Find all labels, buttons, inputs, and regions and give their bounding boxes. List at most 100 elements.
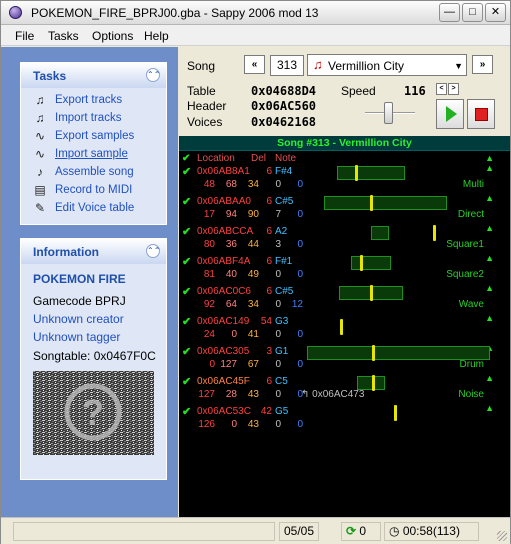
window-title: POKEMON_FIRE_BPRJ00.gba - Sappy 2006 mod… bbox=[31, 6, 319, 20]
edit-voice-table-icon: ✎ bbox=[34, 201, 46, 215]
column-del: Del bbox=[251, 153, 267, 164]
clock-icon: ◷ bbox=[389, 524, 400, 538]
track-row-1[interactable]: ✔ 0x06AB8A1 6 F#4 48 68 34 0 0 Multi ▲ bbox=[179, 163, 510, 195]
track-row-7[interactable]: ✔ 0x06AC305 3 G1 0 127 67 0 0 Drum ▲ bbox=[179, 343, 510, 375]
assemble-song-icon: ♪ bbox=[37, 165, 43, 179]
track-expand-icon[interactable]: ▲ bbox=[485, 223, 494, 233]
track-enable-check-icon[interactable]: ✔ bbox=[182, 165, 191, 178]
maximize-button[interactable]: □ bbox=[462, 3, 483, 22]
track-row-9[interactable]: ✔ 0x06AC53C 42 G5 126 0 43 0 0 ▲ bbox=[179, 403, 510, 435]
information-header[interactable]: Information ⌃⌃ bbox=[21, 239, 166, 264]
track-enable-check-icon[interactable]: ✔ bbox=[182, 405, 191, 418]
creator-link[interactable]: Unknown creator bbox=[33, 312, 124, 326]
title-bar: POKEMON_FIRE_BPRJ00.gba - Sappy 2006 mod… bbox=[1, 1, 510, 25]
stop-icon bbox=[475, 108, 488, 121]
import-sample-icon: ∿ bbox=[34, 147, 46, 161]
track-enable-check-icon[interactable]: ✔ bbox=[182, 315, 191, 328]
column-location: Location bbox=[197, 153, 235, 164]
column-note: Note bbox=[275, 153, 297, 164]
track-row-3[interactable]: ✔ 0x06ABCCA 6 A2 80 36 44 3 0 Square1 ▲ bbox=[179, 223, 510, 255]
play-button[interactable] bbox=[436, 99, 464, 129]
track-enable-check-icon[interactable]: ✔ bbox=[182, 225, 191, 238]
gamecode: Gamecode BPRJ bbox=[33, 294, 126, 308]
menu-bar: File Tasks Options Help bbox=[1, 25, 510, 46]
track-enable-check-icon[interactable]: ✔ bbox=[182, 375, 191, 388]
track-expand-icon[interactable]: ▲ bbox=[485, 283, 494, 293]
menu-help[interactable]: Help bbox=[144, 29, 169, 43]
track-expand-icon[interactable]: ▲ bbox=[485, 373, 494, 383]
track-row-4[interactable]: ✔ 0x06ABF4A 6 F#1 81 40 49 0 0 Square2 ▲ bbox=[179, 253, 510, 285]
resize-grip-icon[interactable] bbox=[497, 531, 507, 541]
track-expand-icon[interactable]: ▲ bbox=[485, 313, 494, 323]
song-label: Song bbox=[187, 59, 216, 73]
speed-down-button[interactable]: < bbox=[436, 83, 447, 95]
collapse-information-icon[interactable]: ⌃⌃ bbox=[146, 244, 160, 258]
export-samples-icon: ∿ bbox=[34, 129, 46, 143]
header-value: 0x06AC560 bbox=[251, 99, 317, 113]
track-expand-icon[interactable]: ▲ bbox=[485, 163, 494, 173]
note-marker bbox=[433, 225, 436, 241]
tasks-header[interactable]: Tasks ⌃⌃ bbox=[21, 63, 166, 88]
scroll-up-icon[interactable]: ▲ bbox=[485, 153, 494, 163]
speed-label: Speed bbox=[341, 84, 376, 98]
note-marker bbox=[360, 255, 363, 271]
table-label: Table bbox=[187, 84, 216, 98]
tasks-title: Tasks bbox=[33, 69, 67, 83]
note-marker bbox=[370, 285, 373, 301]
track-list: Song #313 - Vermillion City ✔ Location D… bbox=[179, 136, 510, 517]
slider-thumb[interactable] bbox=[384, 102, 393, 124]
collapse-tasks-icon[interactable]: ⌃⌃ bbox=[146, 68, 160, 82]
all-tracks-check-icon[interactable]: ✔ bbox=[182, 153, 190, 164]
status-bar: 05/05 ⟳ 0 ◷ 00:58(113) bbox=[1, 517, 510, 544]
note-marker bbox=[340, 319, 343, 335]
track-enable-check-icon[interactable]: ✔ bbox=[182, 255, 191, 268]
loop-icon: ⟳ bbox=[346, 524, 357, 538]
information-box: Information ⌃⌃ POKEMON FIRE Gamecode BPR… bbox=[20, 238, 167, 480]
prev-song-button[interactable]: « bbox=[244, 55, 265, 74]
track-list-title: Song #313 - Vermillion City bbox=[179, 136, 510, 151]
close-button[interactable]: ✕ bbox=[485, 3, 506, 22]
export-tracks-icon: ♫ bbox=[35, 93, 45, 107]
speed-value: 116 bbox=[404, 84, 426, 98]
play-time: ◷ 00:58(113) bbox=[384, 522, 479, 541]
menu-options[interactable]: Options bbox=[92, 29, 133, 43]
music-note-icon: ♫ bbox=[313, 57, 323, 72]
song-select[interactable]: ♫ Vermillion City ▼ bbox=[307, 54, 467, 76]
svg-text:?: ? bbox=[82, 392, 104, 433]
speed-up-button[interactable]: > bbox=[448, 83, 459, 95]
volume-slider[interactable] bbox=[365, 98, 417, 128]
import-tracks-icon: ♫ bbox=[35, 111, 45, 125]
tagger-link[interactable]: Unknown tagger bbox=[33, 330, 120, 344]
menu-tasks[interactable]: Tasks bbox=[48, 29, 79, 43]
note-marker bbox=[394, 405, 397, 421]
next-song-button[interactable]: » bbox=[472, 55, 493, 74]
note-bar bbox=[307, 346, 490, 360]
note-bar bbox=[357, 376, 385, 390]
stop-button[interactable] bbox=[467, 99, 495, 129]
track-enable-check-icon[interactable]: ✔ bbox=[182, 285, 191, 298]
track-row-5[interactable]: ✔ 0x06AC0C6 6 C#5 92 64 34 0 12 Wave ▲ bbox=[179, 283, 510, 315]
app-icon bbox=[9, 6, 22, 19]
track-enable-check-icon[interactable]: ✔ bbox=[182, 345, 191, 358]
note-marker bbox=[372, 375, 375, 391]
game-name: POKEMON FIRE bbox=[33, 272, 126, 286]
play-icon bbox=[446, 106, 457, 122]
track-row-8[interactable]: ✔ 0x06AC45F 6 C5 127 28 43 0 0 ↰ 0x06AC4… bbox=[179, 373, 510, 405]
minimize-button[interactable]: — bbox=[439, 3, 460, 22]
note-marker bbox=[355, 165, 358, 181]
track-expand-icon[interactable]: ▲ bbox=[485, 253, 494, 263]
chevron-down-icon: ▼ bbox=[454, 61, 463, 71]
track-expand-icon[interactable]: ▲ bbox=[485, 403, 494, 413]
track-expand-icon[interactable]: ▲ bbox=[485, 193, 494, 203]
track-row-6[interactable]: ✔ 0x06AC149 54 G3 24 0 41 0 0 ▲ bbox=[179, 313, 510, 345]
track-enable-check-icon[interactable]: ✔ bbox=[182, 195, 191, 208]
track-row-2[interactable]: ✔ 0x06ABAA0 6 C#5 17 94 90 7 0 Direct ▲ bbox=[179, 193, 510, 225]
side-panel: Tasks ⌃⌃ ♫ Export tracks ♫ Import tracks… bbox=[1, 47, 178, 517]
song-number-input[interactable]: 313 bbox=[270, 55, 304, 76]
voices-value: 0x0462168 bbox=[251, 115, 317, 129]
main-window: POKEMON_FIRE_BPRJ00.gba - Sappy 2006 mod… bbox=[0, 0, 511, 544]
note-bar bbox=[351, 256, 391, 270]
menu-file[interactable]: File bbox=[15, 29, 34, 43]
song-panel: Song « 313 ♫ Vermillion City ▼ » Table 0… bbox=[179, 47, 510, 136]
table-value: 0x04688D4 bbox=[251, 84, 317, 98]
